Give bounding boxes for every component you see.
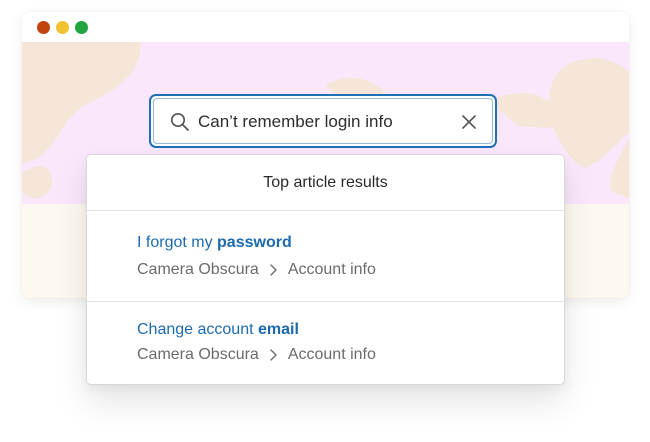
results-header: Top article results — [87, 155, 564, 211]
result-title-highlight: email — [257, 321, 299, 338]
title-bar — [22, 12, 629, 42]
search-results-dropdown: Top article results I forgot my password… — [86, 154, 565, 385]
chevron-right-icon — [270, 264, 277, 276]
result-title-link[interactable]: Change account email — [137, 321, 299, 339]
search-box[interactable] — [149, 94, 497, 148]
breadcrumb-item: Account info — [287, 346, 376, 363]
breadcrumb-item: Camera Obscura — [137, 261, 259, 278]
result-title-highlight: password — [217, 234, 292, 251]
result-title-text: Change account — [137, 321, 258, 338]
result-item[interactable]: Change account email Camera Obscura Acco… — [87, 303, 564, 385]
result-title-text: I forgot my — [137, 234, 218, 251]
search-input[interactable] — [198, 107, 448, 137]
close-window-button[interactable] — [37, 21, 50, 34]
breadcrumb-item: Camera Obscura — [137, 346, 259, 363]
breadcrumb: Camera Obscura Account info — [137, 261, 376, 279]
search-field-frame — [153, 98, 493, 144]
breadcrumb-item: Account info — [287, 261, 376, 278]
breadcrumb: Camera Obscura Account info — [137, 346, 376, 364]
chevron-right-icon — [270, 349, 277, 361]
result-item[interactable]: I forgot my password Camera Obscura Acco… — [87, 212, 564, 302]
minimize-window-button[interactable] — [56, 21, 69, 34]
maximize-window-button[interactable] — [75, 21, 88, 34]
close-icon[interactable] — [460, 113, 478, 131]
result-title-link[interactable]: I forgot my password — [137, 234, 292, 252]
search-icon — [170, 112, 189, 131]
